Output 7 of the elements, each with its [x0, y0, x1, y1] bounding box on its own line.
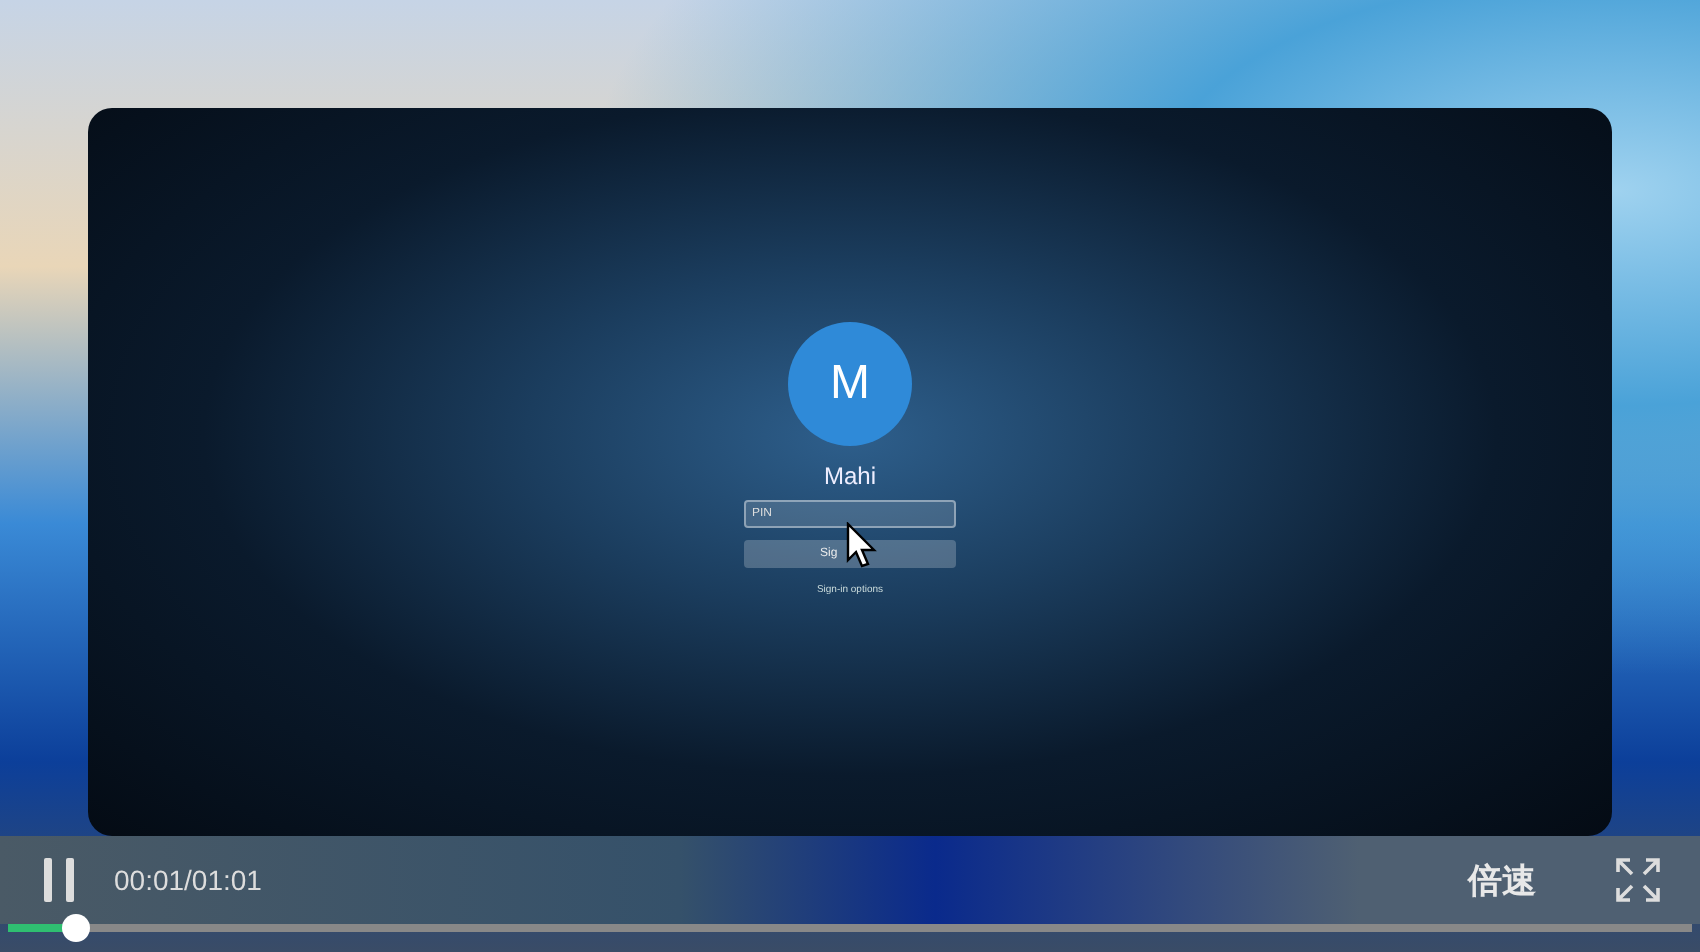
- fullscreen-icon[interactable]: [1616, 858, 1660, 902]
- playback-time: 00:01/01:01: [114, 864, 262, 896]
- playback-speed-button[interactable]: 倍速: [1468, 857, 1536, 903]
- user-name: Mahi: [823, 462, 876, 490]
- mouse-pointer-icon: [846, 522, 878, 570]
- avatar-circle: M: [788, 322, 912, 446]
- pause-icon[interactable]: [42, 858, 78, 902]
